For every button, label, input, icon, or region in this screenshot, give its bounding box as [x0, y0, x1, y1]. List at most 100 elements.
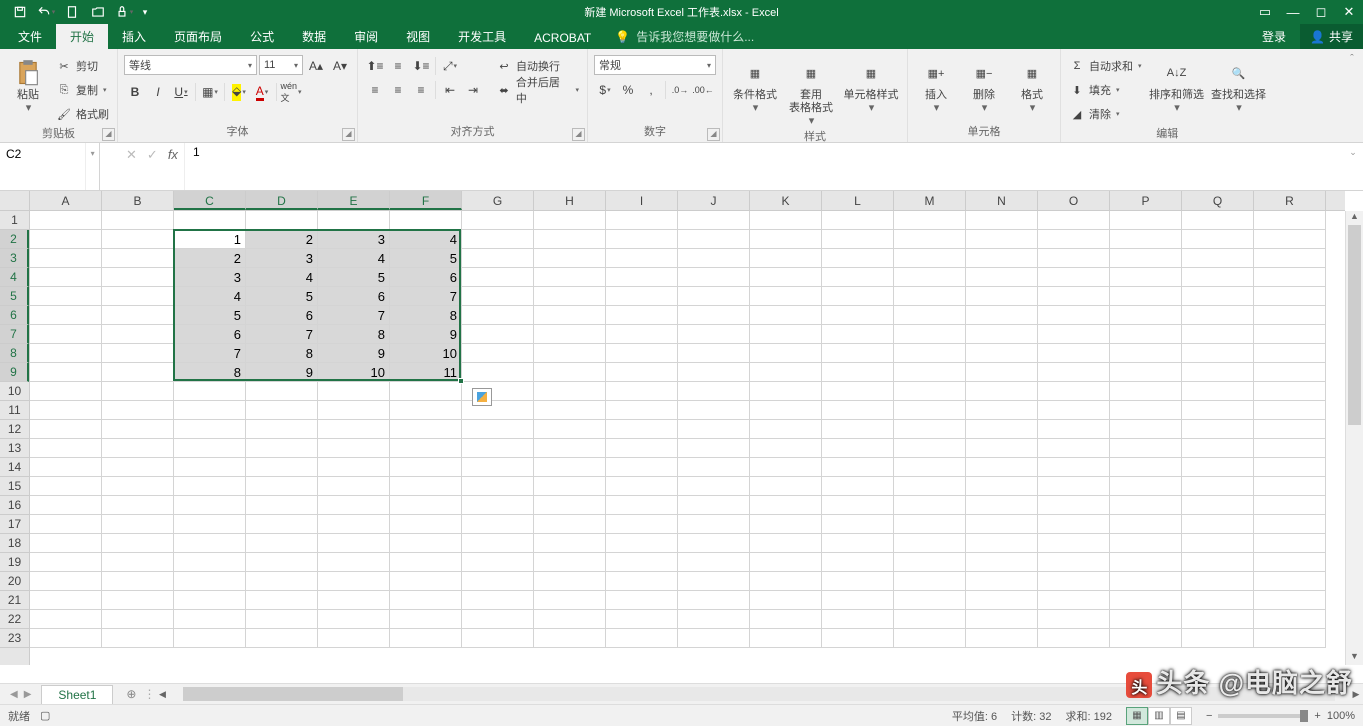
- conditional-format-button[interactable]: ▦条件格式▾: [729, 55, 781, 115]
- cell-B12[interactable]: [102, 420, 174, 439]
- cell-P23[interactable]: [1110, 629, 1182, 648]
- cell-L23[interactable]: [822, 629, 894, 648]
- cell-G1[interactable]: [462, 211, 534, 230]
- cell-E14[interactable]: [318, 458, 390, 477]
- cell-P9[interactable]: [1110, 363, 1182, 382]
- cell-K12[interactable]: [750, 420, 822, 439]
- cell-C17[interactable]: [174, 515, 246, 534]
- cell-M4[interactable]: [894, 268, 966, 287]
- row-header-19[interactable]: 19: [0, 553, 29, 572]
- name-box-dropdown-icon[interactable]: ▾: [85, 143, 99, 190]
- cell-G2[interactable]: [462, 230, 534, 249]
- cell-M20[interactable]: [894, 572, 966, 591]
- cell-D8[interactable]: 8: [246, 344, 318, 363]
- row-header-13[interactable]: 13: [0, 439, 29, 458]
- cell-M16[interactable]: [894, 496, 966, 515]
- column-header-I[interactable]: I: [606, 191, 678, 210]
- cell-D7[interactable]: 7: [246, 325, 318, 344]
- cell-Q8[interactable]: [1182, 344, 1254, 363]
- minimize-icon[interactable]: —: [1279, 1, 1307, 23]
- cell-P11[interactable]: [1110, 401, 1182, 420]
- cell-A17[interactable]: [30, 515, 102, 534]
- cell-Q10[interactable]: [1182, 382, 1254, 401]
- column-header-B[interactable]: B: [102, 191, 174, 210]
- cell-D4[interactable]: 4: [246, 268, 318, 287]
- column-header-O[interactable]: O: [1038, 191, 1110, 210]
- cell-P14[interactable]: [1110, 458, 1182, 477]
- cell-R9[interactable]: [1254, 363, 1326, 382]
- cell-P5[interactable]: [1110, 287, 1182, 306]
- cell-I13[interactable]: [606, 439, 678, 458]
- cell-K7[interactable]: [750, 325, 822, 344]
- row-header-12[interactable]: 12: [0, 420, 29, 439]
- cell-D17[interactable]: [246, 515, 318, 534]
- column-header-M[interactable]: M: [894, 191, 966, 210]
- cell-K3[interactable]: [750, 249, 822, 268]
- cell-E3[interactable]: 4: [318, 249, 390, 268]
- delete-cells-button[interactable]: ▦−删除▾: [962, 55, 1006, 115]
- cell-G17[interactable]: [462, 515, 534, 534]
- percent-format-icon[interactable]: %: [617, 79, 639, 101]
- cell-A10[interactable]: [30, 382, 102, 401]
- cell-M22[interactable]: [894, 610, 966, 629]
- cell-Q17[interactable]: [1182, 515, 1254, 534]
- cell-F9[interactable]: 11: [390, 363, 462, 382]
- font-size-combo[interactable]: 11▾: [259, 55, 303, 75]
- tab-splitter[interactable]: ⋮: [143, 687, 155, 701]
- cell-F11[interactable]: [390, 401, 462, 420]
- cell-O12[interactable]: [1038, 420, 1110, 439]
- cell-J14[interactable]: [678, 458, 750, 477]
- cell-G22[interactable]: [462, 610, 534, 629]
- cell-G6[interactable]: [462, 306, 534, 325]
- cell-I12[interactable]: [606, 420, 678, 439]
- copy-button[interactable]: ⎘复制▾: [54, 79, 111, 101]
- cell-A4[interactable]: [30, 268, 102, 287]
- touch-mode-icon[interactable]: ▾: [112, 1, 136, 23]
- cell-D12[interactable]: [246, 420, 318, 439]
- cell-I21[interactable]: [606, 591, 678, 610]
- cell-D6[interactable]: 6: [246, 306, 318, 325]
- cell-L13[interactable]: [822, 439, 894, 458]
- cell-J20[interactable]: [678, 572, 750, 591]
- cell-J9[interactable]: [678, 363, 750, 382]
- cell-C8[interactable]: 7: [174, 344, 246, 363]
- cell-F14[interactable]: [390, 458, 462, 477]
- cell-O6[interactable]: [1038, 306, 1110, 325]
- cell-R22[interactable]: [1254, 610, 1326, 629]
- cell-O15[interactable]: [1038, 477, 1110, 496]
- cell-Q18[interactable]: [1182, 534, 1254, 553]
- cell-H23[interactable]: [534, 629, 606, 648]
- cell-L22[interactable]: [822, 610, 894, 629]
- cell-L20[interactable]: [822, 572, 894, 591]
- column-header-H[interactable]: H: [534, 191, 606, 210]
- row-header-14[interactable]: 14: [0, 458, 29, 477]
- tab-insert[interactable]: 插入: [108, 24, 160, 49]
- cell-D2[interactable]: 2: [246, 230, 318, 249]
- cell-L1[interactable]: [822, 211, 894, 230]
- row-header-9[interactable]: 9: [0, 363, 29, 382]
- cell-O16[interactable]: [1038, 496, 1110, 515]
- cell-M11[interactable]: [894, 401, 966, 420]
- tab-review[interactable]: 审阅: [340, 24, 392, 49]
- accounting-format-icon[interactable]: $▾: [594, 79, 616, 101]
- cell-I3[interactable]: [606, 249, 678, 268]
- cell-G8[interactable]: [462, 344, 534, 363]
- cell-A13[interactable]: [30, 439, 102, 458]
- cell-N11[interactable]: [966, 401, 1038, 420]
- font-color-button[interactable]: A▾: [251, 81, 273, 103]
- cell-A9[interactable]: [30, 363, 102, 382]
- number-format-combo[interactable]: 常规▾: [594, 55, 716, 75]
- cell-O5[interactable]: [1038, 287, 1110, 306]
- border-button[interactable]: ▦▾: [199, 81, 221, 103]
- cell-M19[interactable]: [894, 553, 966, 572]
- cell-F10[interactable]: [390, 382, 462, 401]
- cell-K15[interactable]: [750, 477, 822, 496]
- cell-Q9[interactable]: [1182, 363, 1254, 382]
- cell-D1[interactable]: [246, 211, 318, 230]
- row-header-23[interactable]: 23: [0, 629, 29, 648]
- cell-I8[interactable]: [606, 344, 678, 363]
- cell-R20[interactable]: [1254, 572, 1326, 591]
- scroll-right-icon[interactable]: ▶: [1349, 689, 1363, 700]
- save-icon[interactable]: [8, 1, 32, 23]
- cell-C3[interactable]: 2: [174, 249, 246, 268]
